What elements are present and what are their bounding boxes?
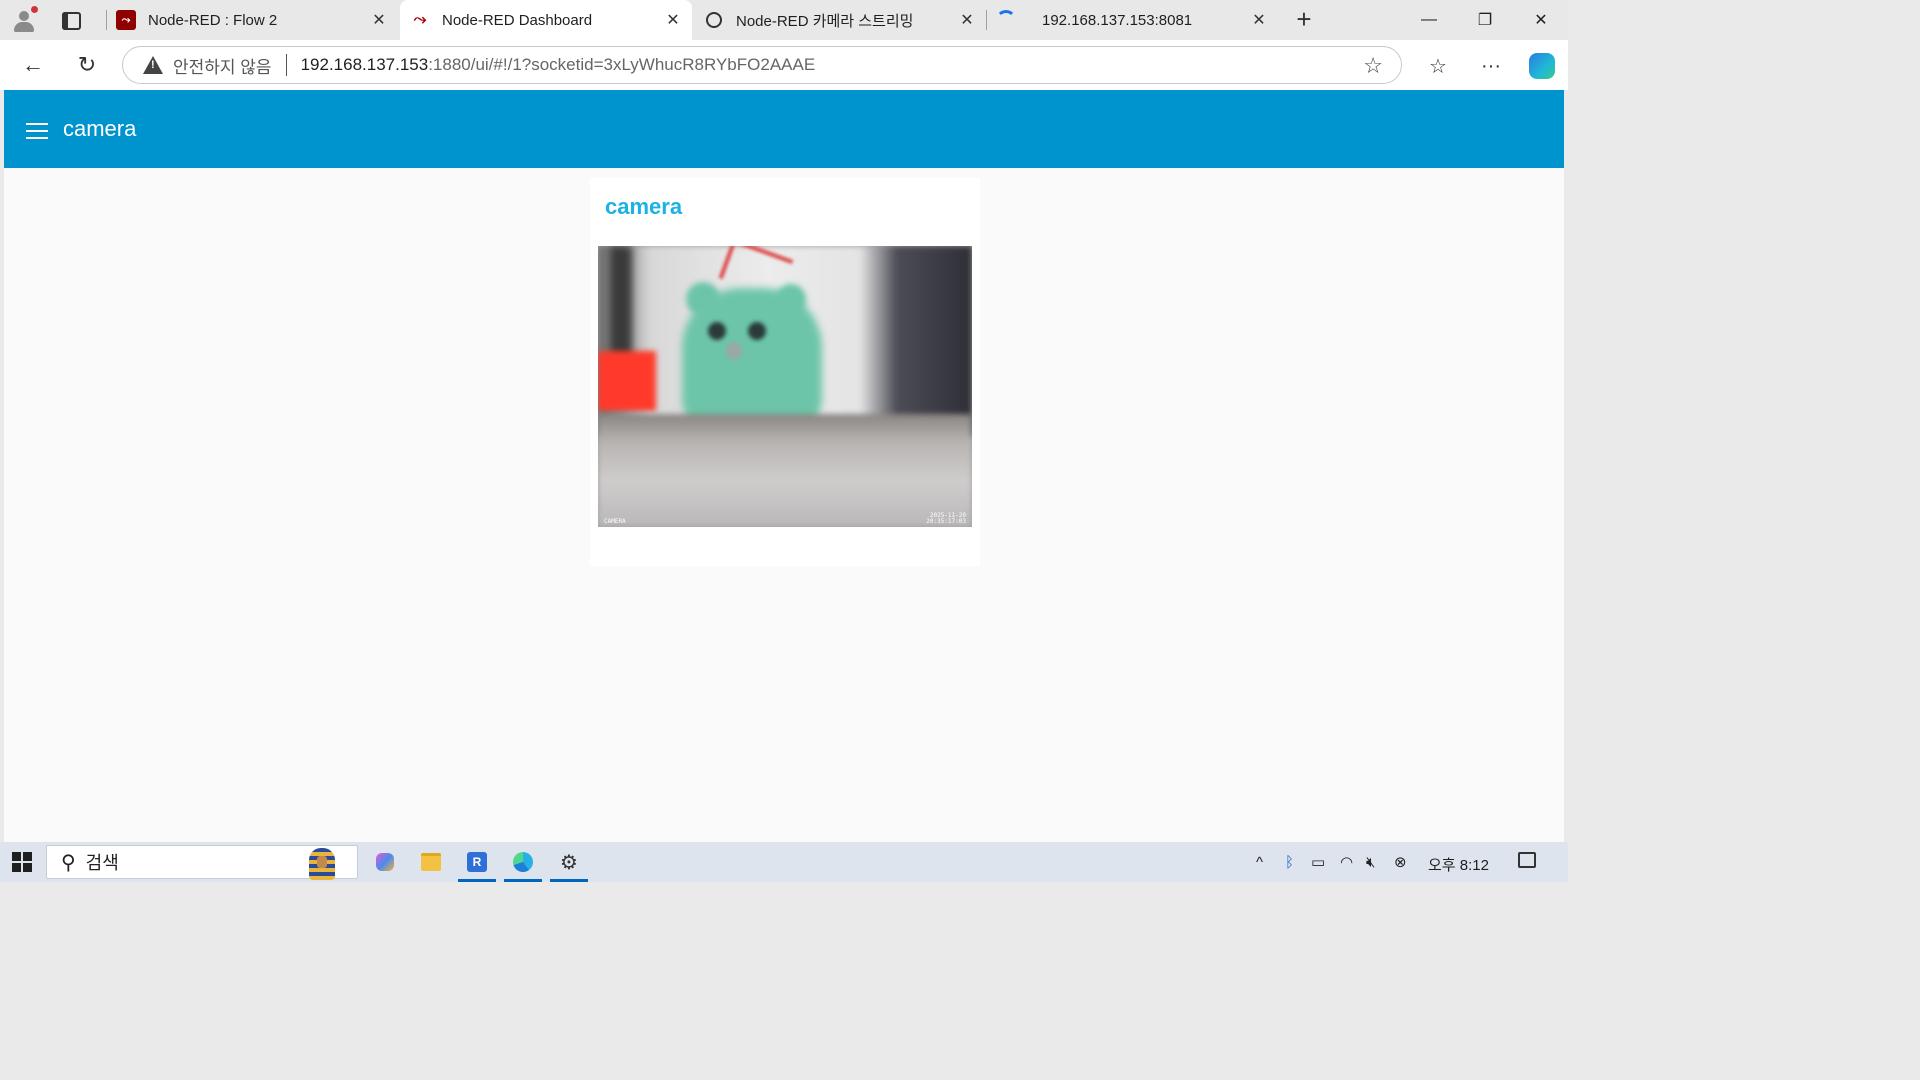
taskbar: ⚲ 검색 R ⚙ ^ ᛒ ▭ ◠ 🔇︎ ⊗ 오후 8:12 [0,842,1568,882]
url-path[interactable]: :1880/ui/#!/1?socketid=3xLyWhucR8RYbFO2A… [428,55,815,75]
close-tab-icon[interactable]: ✕ [366,7,392,33]
address-bar[interactable]: 안전하지 않음 192.168.137.153:1880/ui/#!/1?soc… [122,46,1402,84]
close-tab-icon[interactable]: ✕ [954,7,980,33]
edge-icon[interactable] [500,842,546,882]
tab-camera-streaming[interactable]: Node-RED 카메라 스트리밍 ✕ [694,0,986,40]
tab-title: Node-RED Dashboard [442,11,593,29]
tab-strip: ⤳ Node-RED : Flow 2 ✕ ⤳ Node-RED Dashboa… [0,0,1568,40]
status-icon[interactable]: ⊗ [1394,852,1407,872]
file-explorer-icon[interactable] [408,842,454,882]
url-host[interactable]: 192.168.137.153 [301,55,429,75]
reload-button[interactable]: ↻ [72,50,102,80]
menu-icon[interactable] [26,123,48,139]
search-icon: ⚲ [61,851,76,874]
restore-button[interactable]: ❐ [1457,0,1513,40]
tab-stream-8081[interactable]: 192.168.137.153:8081 ✕ [986,0,1278,40]
windows-start-icon[interactable] [12,852,32,872]
taskbar-search[interactable]: ⚲ 검색 [46,845,358,880]
security-label[interactable]: 안전하지 않음 [173,53,272,78]
close-tab-icon[interactable]: ✕ [1246,7,1272,33]
settings-icon[interactable]: ⚙ [546,842,592,882]
volume-muted-icon[interactable]: 🔇︎ [1366,852,1375,872]
close-window-button[interactable]: ✕ [1513,0,1569,40]
copilot-icon[interactable] [1528,52,1556,80]
tab-node-red-dashboard[interactable]: ⤳ Node-RED Dashboard ✕ [400,0,692,40]
notification-icon[interactable] [1518,852,1536,868]
openai-icon [704,10,724,30]
minimize-button[interactable]: — [1401,0,1457,40]
warning-icon[interactable] [143,56,163,74]
more-icon[interactable]: ··· [1477,52,1505,80]
tab-node-red-flow[interactable]: ⤳ Node-RED : Flow 2 ✕ [106,0,398,40]
tab-actions-icon[interactable] [60,9,82,31]
tray-overflow-icon[interactable]: ^ [1256,852,1263,872]
taskbar-clock[interactable]: 오후 8:12 [1428,854,1489,875]
camera-timestamp: 2025-11-20 20:35:17:03 [926,512,966,525]
battery-icon[interactable]: ▭ [1311,852,1325,872]
back-button[interactable]: ← [18,50,48,80]
node-red-dashboard-icon: ⤳ [413,11,427,28]
camera-watermark: CAMERA [604,518,626,525]
page-title: camera [63,116,137,141]
search-highlight-icon [301,846,351,880]
camera-image: CAMERA 2025-11-20 20:35:17:03 [598,246,972,527]
favorite-star-icon[interactable]: ☆ [1363,53,1383,79]
loading-icon [996,10,1016,30]
app-icon[interactable]: R [454,842,500,882]
close-tab-icon[interactable]: ✕ [660,7,686,33]
card-title: camera [605,194,683,219]
tab-title: Node-RED : Flow 2 [148,11,278,29]
browser-toolbar: ← ↻ 안전하지 않음 192.168.137.153:1880/ui/#!/1… [0,40,1568,90]
node-red-icon: ⤳ [116,10,136,30]
new-tab-button[interactable]: + [1290,6,1318,34]
tab-title: Node-RED 카메라 스트리밍 [736,12,914,30]
camera-card: camera CAMERA 2025-11-20 20:35:17:03 [590,178,980,566]
bluetooth-icon[interactable]: ᛒ [1285,852,1294,872]
search-placeholder[interactable]: 검색 [86,849,119,875]
page-viewport: camera camera CAMERA 2025-11-20 20:35:17… [4,90,1564,842]
dashboard-header: camera [4,90,1564,168]
wifi-icon[interactable]: ◠ [1340,852,1353,872]
tab-title: 192.168.137.153:8081 [1042,11,1193,29]
profile-avatar-icon[interactable] [10,6,38,34]
favorites-icon[interactable]: ☆ [1424,52,1452,80]
divider [285,54,287,76]
copilot-app-icon[interactable] [362,842,408,882]
